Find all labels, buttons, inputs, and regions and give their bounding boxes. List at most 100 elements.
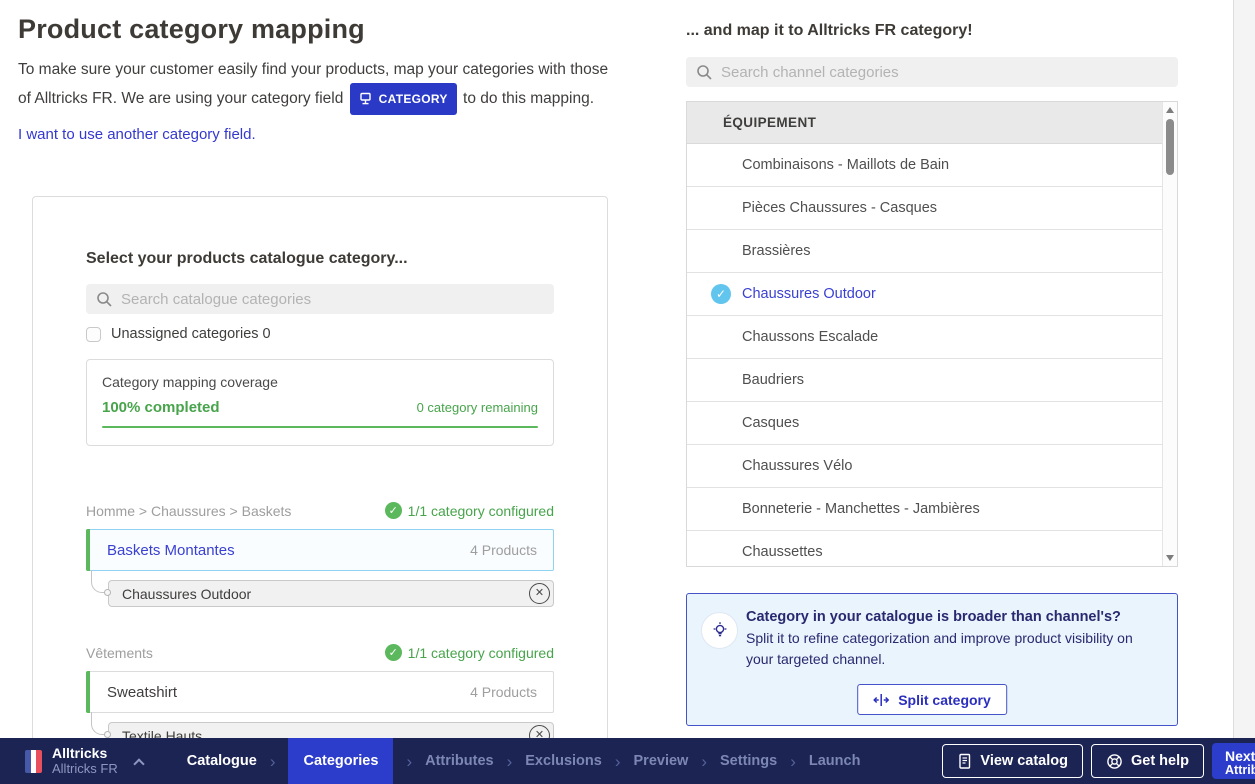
breadcrumb: Vêtements [86,645,153,661]
channel-search [686,57,1178,87]
channel-category-row[interactable]: Chaussons Escalade [687,316,1162,359]
channel-name: Alltricks FR [52,761,118,776]
row-label: Pièces Chaussures - Casques [742,200,937,216]
row-label: Combinaisons - Maillots de Bain [742,157,949,173]
get-help-label: Get help [1131,753,1189,769]
catalog-search-input[interactable] [121,291,544,308]
split-category-button[interactable]: Split category [857,684,1007,715]
category-name: Baskets Montantes [107,542,235,559]
breadcrumb: Homme > Chaussures > Baskets [86,503,291,519]
channel-category-row-selected[interactable]: ✓ Chaussures Outdoor [687,273,1162,316]
step-categories[interactable]: Categories [288,738,393,784]
coverage-card: Category mapping coverage 100% completed… [86,359,554,446]
category-field-badge: CATEGORY [350,83,457,115]
unassigned-label: Unassigned categories 0 [111,326,271,342]
coverage-completed: 100% completed [102,399,220,416]
badge-label: CATEGORY [379,86,448,112]
catalog-panel: Select your products catalogue category.… [32,196,608,744]
channel-category-row[interactable]: Casques [687,402,1162,445]
catalog-category-card-baskets-montantes[interactable]: Baskets Montantes 4 Products [86,529,554,571]
search-icon [696,64,713,81]
catalog-panel-title: Select your products catalogue category.… [86,250,554,268]
step-catalogue[interactable]: Catalogue [187,753,257,769]
row-label: Casques [742,415,799,431]
split-icon [873,693,889,707]
connector-dot [104,731,111,738]
next-step-button[interactable]: Next Attributes [1212,743,1255,779]
view-catalog-button[interactable]: View catalog [942,744,1083,778]
list-scrollbar[interactable] [1162,102,1177,566]
step-preview: Preview [634,753,689,769]
store-name: Alltricks [52,746,118,761]
coverage-label: Category mapping coverage [102,374,538,390]
page-description: To make sure your customer easily find y… [18,57,610,115]
row-label: Chaussures Vélo [742,458,852,474]
catalog-category-card-sweatshirt[interactable]: Sweatshirt 4 Products [86,671,554,713]
page-title: Product category mapping [18,14,610,45]
bottom-navbar: Alltricks Alltricks FR Catalogue › Categ… [0,738,1255,784]
unassigned-checkbox[interactable] [86,327,101,342]
channel-search-input[interactable] [721,64,1168,81]
remove-mapping-button[interactable]: ✕ [529,583,550,604]
connector-dot [104,589,111,596]
lightbulb-icon [701,612,738,649]
category-icon [359,92,373,106]
coverage-remaining: 0 category remaining [417,400,538,415]
selected-check-icon: ✓ [711,284,731,304]
chevron-right-icon: › [507,753,513,770]
channel-category-row[interactable]: Combinaisons - Maillots de Bain [687,144,1162,187]
chevron-right-icon: › [615,753,621,770]
check-circle-icon: ✓ [385,644,402,661]
page-header: Product category mapping To make sure yo… [18,14,610,144]
document-icon [957,753,972,770]
product-count: 4 Products [470,684,537,700]
step-exclusions: Exclusions [525,753,602,769]
row-label: Chaussettes [742,544,823,560]
channel-panel-title: ... and map it to Alltricks FR category! [686,22,1178,40]
step-attributes: Attributes [425,753,493,769]
tip-title: Category in your catalogue is broader th… [746,609,1157,625]
catalog-search [86,284,554,314]
change-category-field-link[interactable]: I want to use another category field. [18,126,256,143]
chevron-up-icon[interactable] [133,758,144,769]
status-text: 1/1 category configured [408,645,554,661]
scroll-down-icon[interactable] [1166,555,1174,561]
channel-group-header: ÉQUIPEMENT [687,102,1162,144]
search-icon [96,291,113,308]
france-flag-icon [25,750,42,773]
chevron-right-icon: › [270,753,276,770]
catalog-section: Homme > Chaussures > Baskets ✓ 1/1 categ… [86,502,554,607]
row-label: Chaussons Escalade [742,329,878,345]
page-right-gutter [1233,0,1255,738]
mapped-category-pill: Chaussures Outdoor ✕ [108,580,554,607]
next-button-subtitle: Attributes [1225,764,1255,777]
navbar-actions: View catalog Get help [942,744,1204,778]
wizard-steps: Catalogue › Categories › Attributes › Ex… [187,738,861,784]
status-badge: ✓ 1/1 category configured [385,502,554,519]
channel-category-row[interactable]: Chaussures Vélo [687,445,1162,488]
row-label: Chaussures Outdoor [742,286,876,302]
mapped-category-label: Chaussures Outdoor [122,586,251,602]
channel-category-row[interactable]: Baudriers [687,359,1162,402]
row-label: Baudriers [742,372,804,388]
channel-category-row[interactable]: Bonneterie - Manchettes - Jambières [687,488,1162,531]
store-selector[interactable]: Alltricks Alltricks FR [25,746,143,776]
lifebuoy-icon [1106,753,1123,770]
tip-body: Split it to refine categorization and im… [746,628,1146,670]
unassigned-filter[interactable]: Unassigned categories 0 [86,326,554,342]
category-name: Sweatshirt [107,684,177,701]
split-tip-box: Category in your catalogue is broader th… [686,593,1178,726]
catalog-section: Vêtements ✓ 1/1 category configured Swea… [86,644,554,749]
mapping-row: Chaussures Outdoor ✕ [108,580,554,607]
row-label: Bonneterie - Manchettes - Jambières [742,501,980,517]
scrollbar-thumb[interactable] [1166,119,1174,175]
scroll-up-icon[interactable] [1166,107,1174,113]
step-launch: Launch [809,753,861,769]
get-help-button[interactable]: Get help [1091,744,1204,778]
chevron-right-icon: › [406,753,412,770]
product-count: 4 Products [470,542,537,558]
channel-panel: ... and map it to Alltricks FR category!… [686,16,1178,726]
channel-category-row[interactable]: Pièces Chaussures - Casques [687,187,1162,230]
channel-category-row[interactable]: Brassières [687,230,1162,273]
channel-category-row[interactable]: Chaussettes [687,531,1162,567]
